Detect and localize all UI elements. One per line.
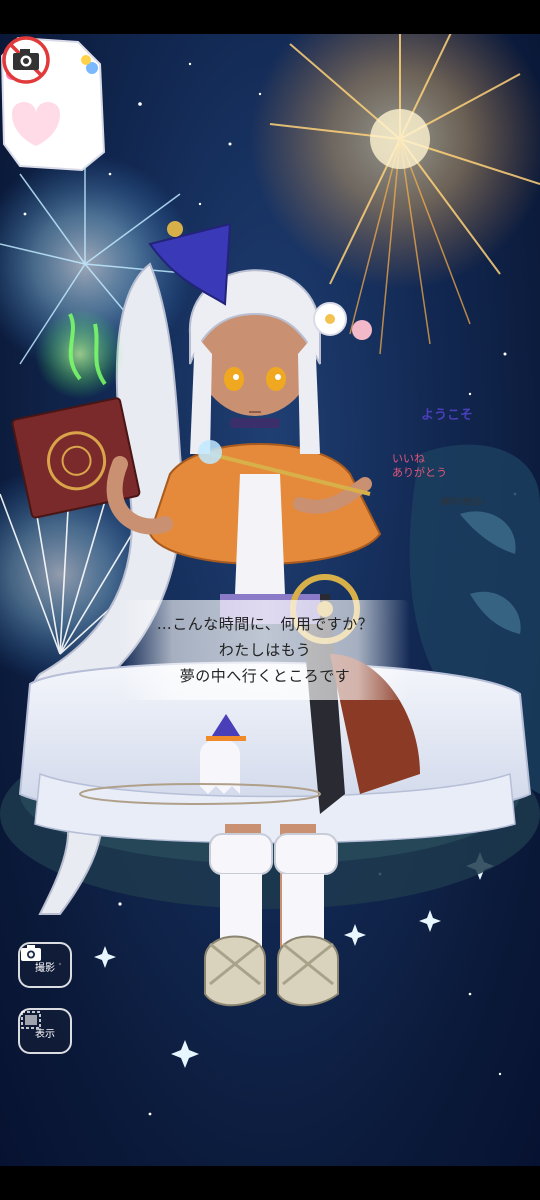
status-bar: [0, 0, 540, 34]
dialogue-line-2: わたしはもう: [218, 641, 312, 659]
display-button[interactable]: 表示: [18, 1008, 72, 1054]
welcome-subtitle: 撮影大歓迎♪: [440, 497, 486, 506]
night-scene: ようこそ いいね ありがとう 撮影大歓迎♪ …こんな時間に、何用ですか？ わたし…: [0, 34, 540, 1166]
camera-icon: [21, 945, 41, 961]
thanks-line-1: いいね: [392, 452, 425, 465]
navigation-bar: [0, 1166, 540, 1200]
game-screen: ようこそ いいね ありがとう 撮影大歓迎♪ …こんな時間に、何用ですか？ わたし…: [0, 0, 540, 1200]
dialogue-line-1: …こんな時間に、何用ですか？: [156, 615, 374, 633]
dialogue-line-3: 夢の中へ行くところです: [179, 667, 351, 685]
welcome-title: ようこそ: [420, 408, 473, 423]
photo-button[interactable]: 撮影: [18, 942, 72, 988]
dialogue-box[interactable]: …こんな時間に、何用ですか？ わたしはもう 夢の中へ行くところです: [120, 600, 410, 700]
camera-icon: [2, 36, 50, 84]
thanks-line-2: ありがとう: [392, 466, 447, 479]
frame-icon: [21, 1011, 41, 1029]
thanks-message: いいね ありがとう: [392, 452, 450, 480]
